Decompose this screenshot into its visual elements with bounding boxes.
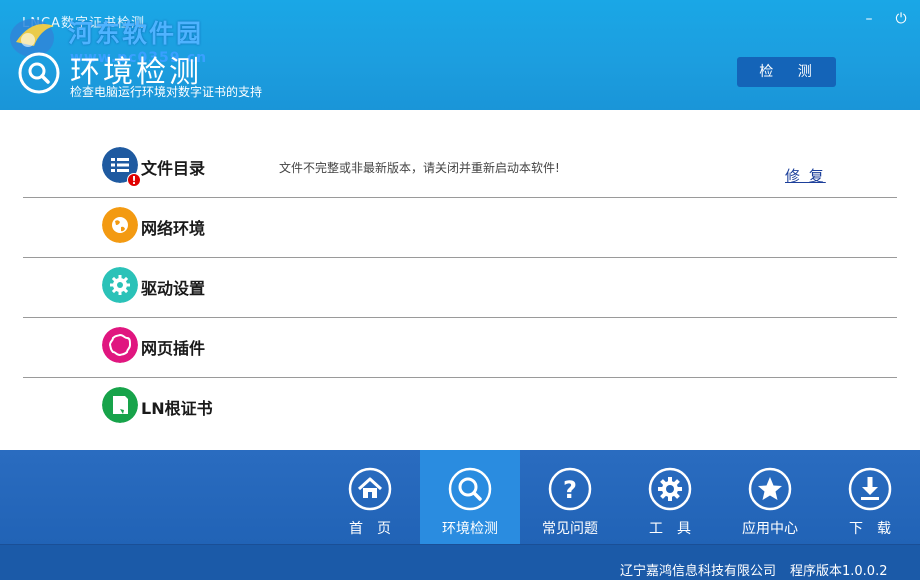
download-icon (848, 467, 892, 511)
status-bar: 辽宁嘉鸿信息科技有限公司 程序版本1.0.0.2 (0, 544, 920, 580)
search-icon (18, 52, 60, 94)
nav-label: 常见问题 (542, 521, 598, 537)
app-title: LNCA数字证书检测 (22, 16, 145, 31)
nav-item-download[interactable]: 下 载 (820, 450, 920, 544)
certificate-icon (102, 387, 138, 423)
check-row-file-directory: ! 文件目录 文件不完整或非最新版本，请关闭并重新启动本软件! 修 复 (23, 138, 897, 198)
star-icon (748, 467, 792, 511)
repair-link[interactable]: 修 复 (785, 165, 826, 186)
nav-label: 首 页 (349, 521, 391, 537)
close-button[interactable]: ⏻ (892, 10, 910, 28)
program-version: 程序版本1.0.0.2 (790, 564, 888, 579)
nav-item-env-check[interactable]: 环境检测 (420, 450, 520, 544)
home-icon (348, 467, 392, 511)
check-label: 网页插件 (141, 339, 206, 358)
page-subtitle: 检查电脑运行环境对数字证书的支持 (70, 85, 263, 99)
check-row-driver: 驱动设置 (23, 258, 897, 318)
check-label: 驱动设置 (141, 279, 206, 298)
check-row-network: 网络环境 (23, 198, 897, 258)
nav-item-home[interactable]: 首 页 (320, 450, 420, 544)
globe-icon (102, 207, 138, 243)
check-row-web-plugin: 网页插件 (23, 318, 897, 378)
check-label: 文件目录 (141, 159, 206, 178)
gear-icon (102, 267, 138, 303)
check-label: 网络环境 (141, 219, 206, 238)
gear-icon (648, 467, 692, 511)
question-icon: ? (548, 467, 592, 511)
minimize-button[interactable]: – (860, 10, 878, 28)
nav-item-faq[interactable]: ? 常见问题 (520, 450, 620, 544)
error-badge-icon: ! (127, 173, 141, 187)
puzzle-icon (102, 327, 138, 363)
check-list: ! 文件目录 文件不完整或非最新版本，请关闭并重新启动本软件! 修 复 网络环境 (23, 138, 897, 438)
nav-label: 环境检测 (442, 521, 498, 537)
bottom-nav: 首 页 环境检测 ? 常见问题 工 具 应用中心 下 载 (0, 450, 920, 544)
nav-label: 工 具 (649, 521, 691, 537)
header: LNCA数字证书检测 河东软件园 www.pc0359.cn – ⏻ 环境检测 … (0, 0, 920, 110)
search-icon (448, 467, 492, 511)
window-controls: – ⏻ (860, 10, 910, 28)
check-message: 文件不完整或非最新版本，请关闭并重新启动本软件! (279, 161, 560, 175)
svg-text:?: ? (563, 476, 577, 504)
detect-button[interactable]: 检 测 (737, 57, 836, 87)
nav-label: 应用中心 (742, 521, 798, 537)
nav-item-app-center[interactable]: 应用中心 (720, 450, 820, 544)
nav-label: 下 载 (849, 521, 891, 537)
company-name: 辽宁嘉鸿信息科技有限公司 (620, 564, 777, 579)
nav-item-tools[interactable]: 工 具 (620, 450, 720, 544)
check-row-root-cert: LN根证书 (23, 378, 897, 438)
check-label: LN根证书 (141, 399, 213, 418)
